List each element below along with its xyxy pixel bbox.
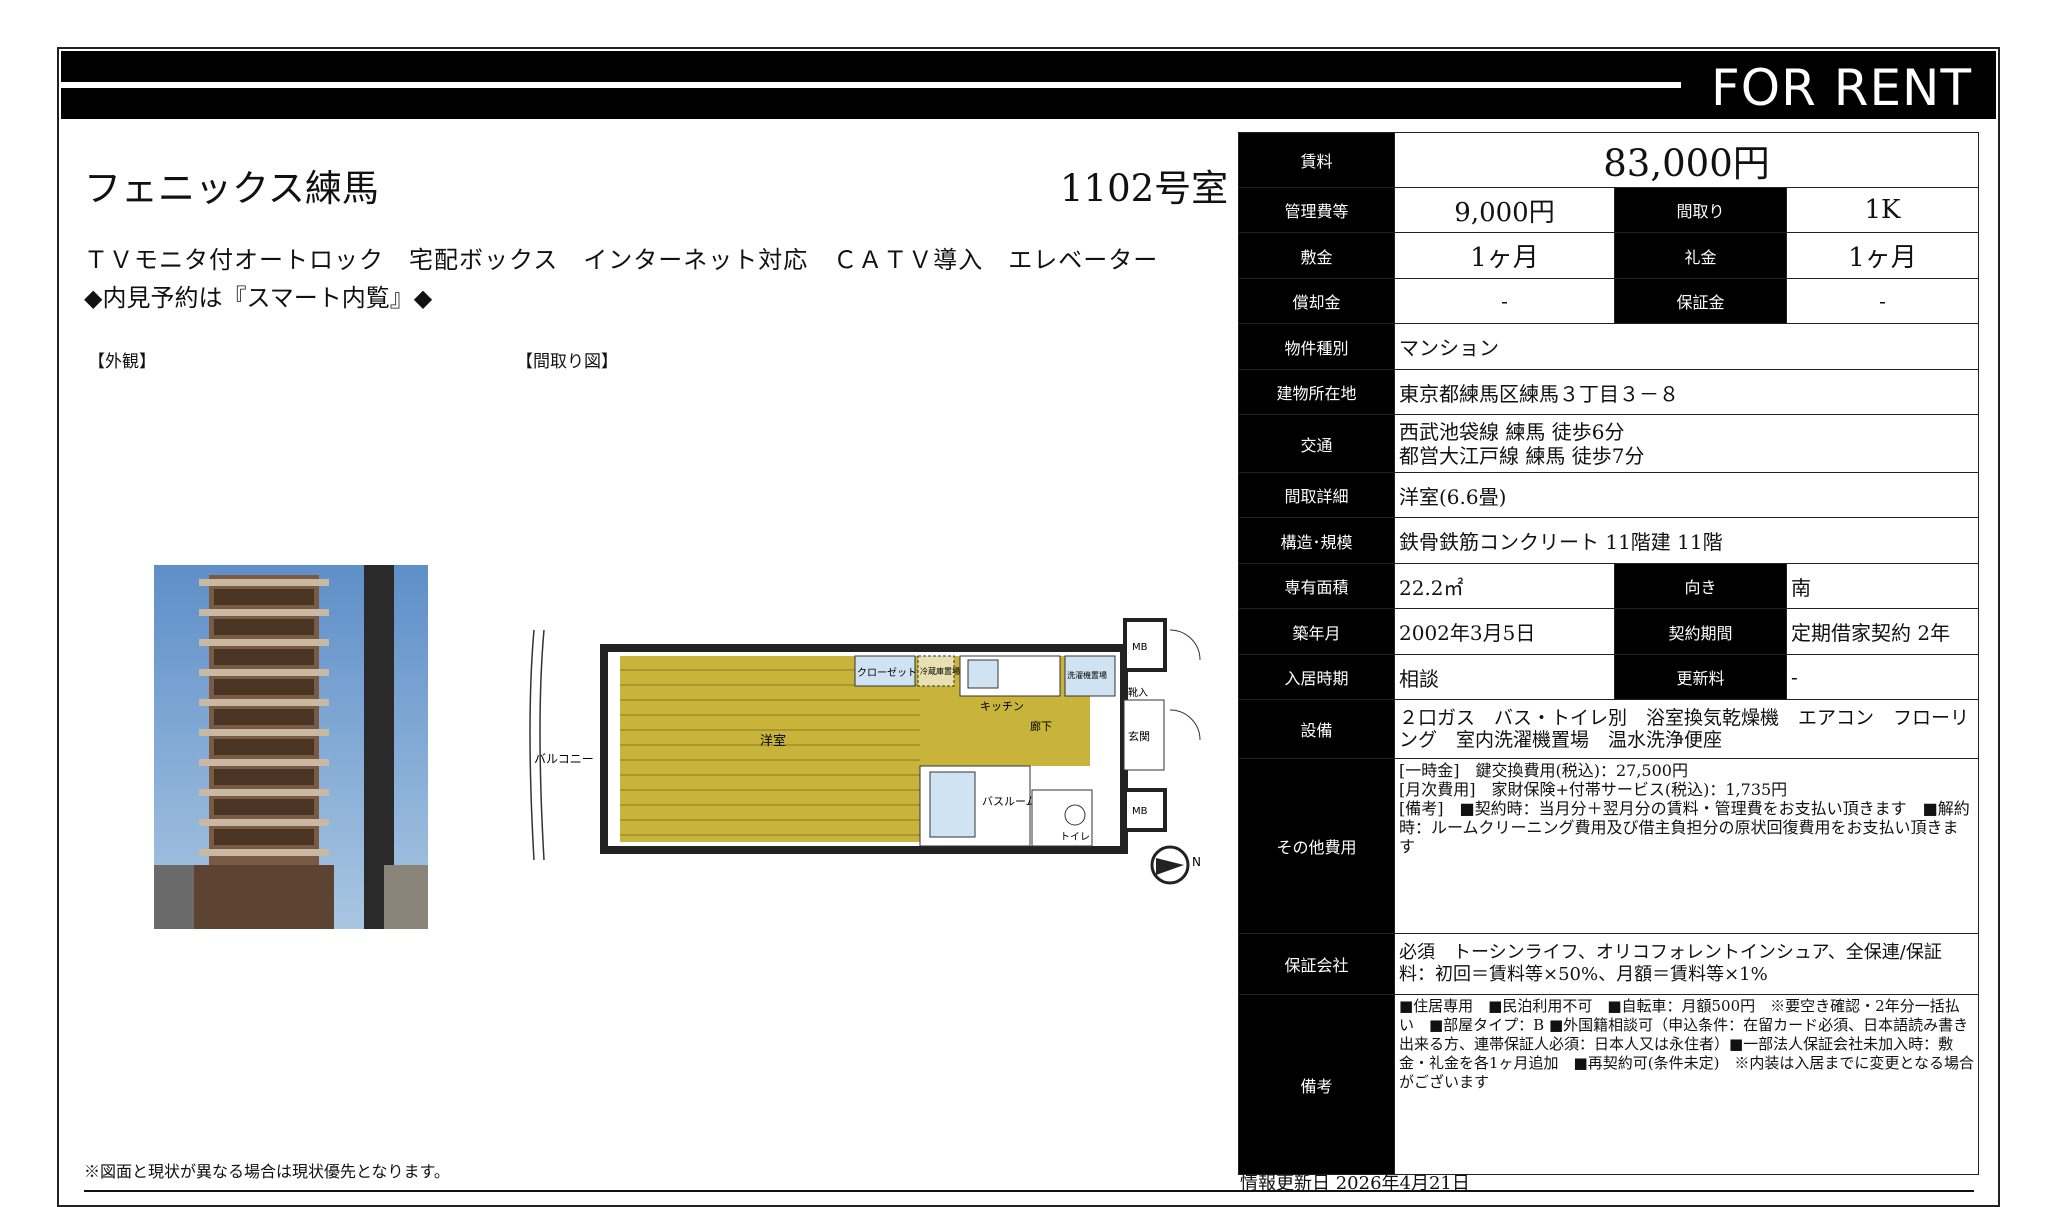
deposit-value: 1ヶ月 — [1394, 232, 1615, 279]
exterior-photo — [154, 565, 428, 929]
building-tower — [194, 575, 334, 929]
toilet-label: トイレ — [1060, 832, 1090, 843]
balcony-label: バルコニー — [534, 752, 594, 766]
layout-detail-label: 間取詳細 — [1238, 472, 1395, 518]
structure-label: 構造･規模 — [1238, 517, 1395, 564]
spec-table: 賃料 83,000円 管理費等 9,000円 間取り 1K 敷金 1ヶ月 礼金 … — [1238, 132, 1980, 1175]
washer-label: 洗濯機置場 — [1067, 670, 1107, 680]
area-value: 22.2㎡ — [1394, 563, 1615, 609]
layout-label: 間取り — [1614, 187, 1787, 233]
layout-detail-value: 洋室(6.6畳) — [1393, 472, 1980, 518]
booking-note: ◆内見予約は『スマート内覧』◆ — [84, 284, 433, 312]
for-rent-label: FOR RENT — [1710, 59, 1972, 117]
layout-value: 1K — [1785, 187, 1980, 233]
rent-label: 賃料 — [1238, 132, 1395, 188]
transport-label: 交通 — [1238, 414, 1395, 473]
guarantee-money-label: 保証金 — [1614, 278, 1787, 324]
transport-value: 西武池袋線 練馬 徒歩6分 都営大江戸線 練馬 徒歩7分 — [1393, 414, 1980, 473]
direction-label: 向き — [1614, 563, 1787, 609]
key-money-label: 礼金 — [1614, 232, 1787, 279]
feature-list: ＴＶモニタ付オートロック 宅配ボックス インターネット対応 ＣＡＴＶ導入 エレベ… — [84, 246, 1159, 274]
other-costs-value: [一時金] 鍵交換費用(税込)：27,500円 [月次費用] 家財保険+付帯サー… — [1393, 758, 1980, 934]
key-money-value: 1ヶ月 — [1785, 232, 1980, 279]
room-number: 1102号室 — [1060, 167, 1229, 210]
management-fee-value: 9,000円 — [1394, 187, 1615, 233]
other-costs-label: その他費用 — [1238, 758, 1395, 934]
facilities-value: ２口ガス バス・トイレ別 浴室換気乾燥機 エアコン フローリング 室内洗濯機置場… — [1393, 699, 1980, 759]
guarantor-value: 必須 トーシンライフ、オリコフォレントインシュア、全保連/保証料：初回＝賃料等×… — [1393, 933, 1980, 995]
structure-value: 鉄骨鉄筋コンクリート 11階建 11階 — [1393, 517, 1980, 564]
built-label: 築年月 — [1238, 608, 1395, 655]
floor-plan: バルコニー 洋室 クローゼット 冷蔵庫置場 キッチン 廊下 洗濯機置場 バスルー… — [529, 618, 1201, 885]
property-type-label: 物件種別 — [1238, 323, 1395, 370]
remarks-value: ■住居専用 ■民泊利用不可 ■自転車：月額500円 ※要空き確認・2年分一括払い… — [1393, 994, 1980, 1175]
kitchen-label: キッチン — [980, 700, 1024, 713]
move-in-value: 相談 — [1394, 654, 1615, 700]
storage-label-1: MB — [1132, 642, 1148, 653]
property-name: フェニックス練馬 — [84, 167, 379, 210]
exterior-caption: 【外観】 — [88, 352, 156, 372]
built-value: 2002年3月5日 — [1394, 608, 1615, 655]
contract-period-value: 定期借家契約 2年 — [1785, 608, 1980, 655]
address-label: 建物所在地 — [1238, 369, 1395, 415]
other-costs-line-3: [備考] ■契約時：当月分＋翌月分の賃料・管理費をお支払い頂きます ■解約時：ル… — [1399, 799, 1970, 856]
storage-label-2: MB — [1132, 806, 1148, 817]
renewal-fee-label: 更新料 — [1614, 654, 1787, 700]
entrance-label: 玄関 — [1128, 729, 1150, 743]
guarantor-label: 保証会社 — [1238, 933, 1395, 995]
hallway-label: 廊下 — [1030, 719, 1052, 733]
western-room-label: 洋室 — [760, 733, 786, 749]
floorplan-caption: 【間取り図】 — [516, 352, 618, 372]
other-costs-line-2: [月次費用] 家財保険+付帯サービス(税込)：1,735円 — [1399, 780, 1788, 799]
direction-value: 南 — [1785, 563, 1980, 609]
header-bar: FOR RENT — [61, 51, 1996, 119]
address-value: 東京都練馬区練馬３丁目３－８ — [1393, 369, 1980, 415]
bathroom-label: バスルーム — [982, 795, 1037, 808]
closet-label: クローゼット — [857, 667, 917, 679]
remarks-label: 備考 — [1238, 994, 1395, 1175]
transport-line-1: 西武池袋線 練馬 徒歩6分 — [1399, 419, 1625, 444]
facilities-label: 設備 — [1238, 699, 1395, 759]
deposit-label: 敷金 — [1238, 232, 1395, 279]
renewal-fee-value: - — [1785, 654, 1980, 700]
rent-value: 83,000円 — [1393, 132, 1980, 188]
header-rule — [61, 82, 1681, 88]
compass-label: N — [1192, 855, 1201, 869]
management-fee-label: 管理費等 — [1238, 187, 1395, 233]
amortization-value: - — [1394, 278, 1615, 324]
transport-line-2: 都営大江戸線 練馬 徒歩7分 — [1399, 443, 1645, 468]
property-type-value: マンション — [1393, 323, 1980, 370]
move-in-label: 入居時期 — [1238, 654, 1395, 700]
contract-period-label: 契約期間 — [1614, 608, 1787, 655]
amortization-label: 償却金 — [1238, 278, 1395, 324]
fridge-label: 冷蔵庫置場 — [920, 666, 960, 676]
disclaimer-note: ※図面と現状が異なる場合は現状優先となります。 — [84, 1162, 450, 1181]
guarantee-money-value: - — [1785, 278, 1980, 324]
bottom-rule — [84, 1190, 1974, 1192]
other-costs-line-1: [一時金] 鍵交換費用(税込)：27,500円 — [1399, 761, 1688, 780]
area-label: 専有面積 — [1238, 563, 1395, 609]
shoe-box-label: 靴入 — [1128, 686, 1148, 699]
